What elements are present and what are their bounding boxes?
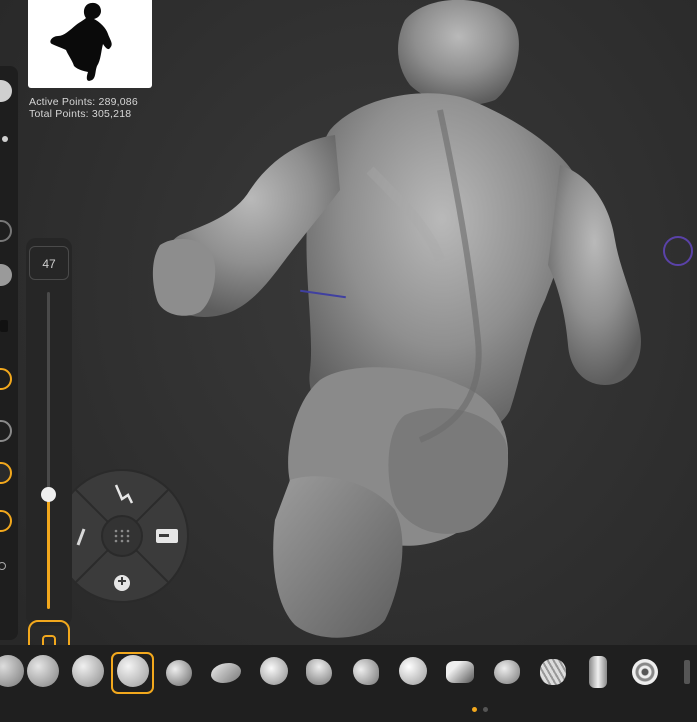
sphere-pinch-brush-icon[interactable] — [166, 660, 192, 686]
flatten-brush-icon[interactable] — [306, 659, 332, 685]
page-indicator[interactable] — [483, 707, 488, 712]
grid-dots-icon[interactable] — [114, 529, 130, 543]
inflate-brush-icon[interactable] — [260, 657, 288, 685]
silhouette-preview[interactable] — [28, 0, 152, 88]
brush-cursor-ring — [663, 236, 693, 266]
spiral-brush-icon[interactable] — [632, 659, 658, 685]
pillar-brush-icon[interactable] — [589, 656, 607, 688]
page-indicator-active[interactable] — [472, 707, 477, 712]
layer-brush-icon[interactable] — [540, 659, 566, 685]
point-count-info: Active Points: 289,086 Total Points: 305… — [29, 96, 138, 120]
sphere-selected-brush-icon[interactable] — [117, 655, 149, 687]
layer-swatch-icon[interactable] — [0, 320, 8, 332]
palette-scroll-edge — [684, 660, 690, 684]
trim-brush-icon[interactable] — [353, 659, 379, 685]
brush-size-fill — [47, 495, 50, 609]
brush-size-knob[interactable] — [41, 487, 56, 502]
toggle-panel-icon[interactable] — [156, 529, 178, 543]
brush-size-value[interactable]: 47 — [29, 246, 69, 280]
left-tool-rail — [0, 66, 18, 640]
crease-brush-icon[interactable] — [446, 661, 474, 683]
sphere-smooth-brush-icon[interactable] — [72, 655, 104, 687]
plus-minus-icon[interactable] — [114, 575, 130, 591]
dot-indicator-icon — [2, 136, 8, 142]
active-points-label: Active Points: 289,086 — [29, 96, 138, 108]
total-points-label: Total Points: 305,218 — [29, 108, 132, 120]
brush-size-track[interactable] — [47, 292, 50, 495]
silhouette-figure-icon — [50, 2, 112, 81]
polish-brush-icon[interactable] — [494, 660, 520, 684]
radial-quick-menu[interactable] — [72, 469, 190, 603]
sphere-plain-brush-icon[interactable] — [27, 655, 59, 687]
standard-brush-icon[interactable] — [399, 657, 427, 685]
